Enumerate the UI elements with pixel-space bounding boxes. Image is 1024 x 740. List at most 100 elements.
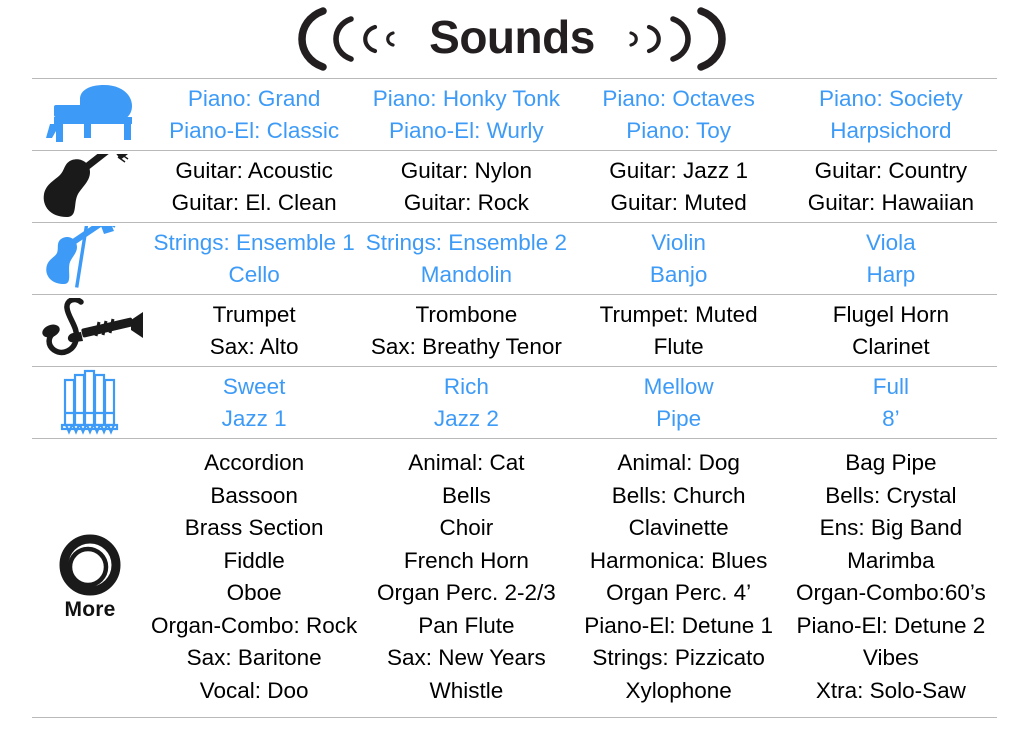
sound-entry[interactable]: Fiddle [150, 545, 358, 578]
sound-entry[interactable]: Bassoon [150, 480, 358, 513]
sound-entry[interactable]: Guitar: Hawaiian [787, 187, 995, 219]
pipe-organ-icon[interactable] [55, 368, 125, 438]
sound-entry[interactable]: Bells [362, 480, 570, 513]
sound-entry[interactable]: Guitar: El. Clean [150, 187, 358, 219]
sound-entry[interactable]: Bag Pipe [787, 447, 995, 480]
sound-wave-right-icon [605, 7, 735, 71]
sound-entry[interactable]: Vibes [787, 642, 995, 675]
sound-entry[interactable]: Organ Perc. 4’ [575, 577, 783, 610]
sound-entry[interactable]: Rich [362, 371, 570, 403]
sound-entry[interactable]: Guitar: Nylon [362, 155, 570, 187]
sound-entry[interactable]: Sax: New Years [362, 642, 570, 675]
sound-entry[interactable]: Marimba [787, 545, 995, 578]
sound-entry[interactable]: Clarinet [787, 331, 995, 363]
sound-entry[interactable]: Trumpet [150, 299, 358, 331]
table-row: Trumpet Sax: Alto Trombone Sax: Breathy Ten… [32, 294, 997, 366]
sound-entry[interactable]: Guitar: Acoustic [150, 155, 358, 187]
sound-column: Guitar: Nylon Guitar: Rock [360, 155, 572, 219]
sound-entry[interactable]: Guitar: Muted [575, 187, 783, 219]
sound-entry[interactable]: Animal: Dog [575, 447, 783, 480]
sound-column: Guitar: Acoustic Guitar: El. Clean [148, 155, 360, 219]
sound-entry[interactable]: Bells: Church [575, 480, 783, 513]
sound-entry[interactable]: Strings: Pizzicato [575, 642, 783, 675]
sound-entry[interactable]: Viola [787, 227, 995, 259]
sound-entry[interactable]: Piano: Toy [575, 115, 783, 147]
sound-column: Rich Jazz 2 [360, 371, 572, 435]
sound-entry[interactable]: Sax: Alto [150, 331, 358, 363]
sound-column: Trumpet: Muted Flute [573, 299, 785, 363]
sound-entry[interactable]: Piano: Honky Tonk [362, 83, 570, 115]
sound-entry[interactable]: Pan Flute [362, 610, 570, 643]
grand-piano-icon [46, 84, 132, 142]
sound-entry[interactable]: Oboe [150, 577, 358, 610]
sound-entry[interactable]: Flute [575, 331, 783, 363]
sound-entry[interactable]: Piano-El: Classic [150, 115, 358, 147]
sound-column: Piano: Octaves Piano: Toy [573, 83, 785, 147]
sound-entry[interactable]: Guitar: Jazz 1 [575, 155, 783, 187]
sound-entry[interactable]: Harmonica: Blues [575, 545, 783, 578]
sound-entry[interactable]: 8’ [787, 403, 995, 435]
sound-entry[interactable]: Xylophone [575, 675, 783, 708]
sound-entry[interactable]: Pipe [575, 403, 783, 435]
sound-column: Mellow Pipe [573, 371, 785, 435]
sound-entry[interactable]: Strings: Ensemble 1 [150, 227, 358, 259]
sound-entry[interactable]: Jazz 2 [362, 403, 570, 435]
sound-column: Animal: Cat Bells Choir French Horn Organ Pe… [360, 447, 572, 707]
sound-entry[interactable]: Violin [575, 227, 783, 259]
sound-entry[interactable]: Trumpet: Muted [575, 299, 783, 331]
sound-entry[interactable]: Sax: Breathy Tenor [362, 331, 570, 363]
sound-entry[interactable]: Trombone [362, 299, 570, 331]
acoustic-guitar-icon[interactable] [38, 153, 142, 220]
sound-entry[interactable]: Cello [150, 259, 358, 291]
sound-entry[interactable]: Xtra: Solo-Saw [787, 675, 995, 708]
sound-entry[interactable]: Mellow [575, 371, 783, 403]
sound-entry[interactable]: Guitar: Rock [362, 187, 570, 219]
table-row: Piano: Grand Piano-El: Classic Piano: Honk… [32, 78, 997, 150]
saxophone-trumpet-icon[interactable] [35, 297, 145, 364]
sound-entry[interactable]: Whistle [362, 675, 570, 708]
sound-entry[interactable]: Piano: Society [787, 83, 995, 115]
more-ring-icon[interactable] [55, 532, 125, 600]
sound-column: Piano: Grand Piano-El: Classic [148, 83, 360, 147]
sound-entry[interactable]: Ens: Big Band [787, 512, 995, 545]
sound-entry[interactable]: Piano: Octaves [575, 83, 783, 115]
sound-entry[interactable]: Piano-El: Detune 2 [787, 610, 995, 643]
sound-entry[interactable]: Harpsichord [787, 115, 995, 147]
violin-icon[interactable] [38, 225, 142, 292]
sound-column: Guitar: Country Guitar: Hawaiian [785, 155, 997, 219]
violin-icon [46, 225, 116, 288]
sound-column: Guitar: Jazz 1 Guitar: Muted [573, 155, 785, 219]
sound-entry[interactable]: Full [787, 371, 995, 403]
sound-column: Animal: Dog Bells: Church Clavinette Harmon… [573, 447, 785, 707]
sound-entry[interactable]: Sax: Baritone [150, 642, 358, 675]
grand-piano-icon[interactable] [40, 83, 140, 147]
sound-entry[interactable]: Animal: Cat [362, 447, 570, 480]
sound-entry[interactable]: Brass Section [150, 512, 358, 545]
sound-entry[interactable]: Guitar: Country [787, 155, 995, 187]
sound-entry[interactable]: Organ-Combo: Rock [150, 610, 358, 643]
sound-entry[interactable]: Sweet [150, 371, 358, 403]
sound-column: Trombone Sax: Breathy Tenor [360, 299, 572, 363]
sound-entry[interactable]: Harp [787, 259, 995, 291]
sound-entry[interactable]: Mandolin [362, 259, 570, 291]
row-columns: Piano: Grand Piano-El: Classic Piano: Honk… [148, 83, 997, 147]
sound-entry[interactable]: Piano: Grand [150, 83, 358, 115]
sound-entry[interactable]: Clavinette [575, 512, 783, 545]
sound-entry[interactable]: Piano-El: Wurly [362, 115, 570, 147]
sound-entry[interactable]: Bells: Crystal [787, 480, 995, 513]
sound-entry[interactable]: Strings: Ensemble 2 [362, 227, 570, 259]
sound-entry[interactable]: French Horn [362, 545, 570, 578]
sound-entry[interactable]: Organ-Combo:60’s [787, 577, 995, 610]
sound-entry[interactable]: Choir [362, 512, 570, 545]
sound-entry[interactable]: Piano-El: Detune 1 [575, 610, 783, 643]
sound-entry[interactable]: Banjo [575, 259, 783, 291]
row-icon-cell [32, 297, 148, 364]
sound-entry[interactable]: Jazz 1 [150, 403, 358, 435]
sound-entry[interactable]: Vocal: Doo [150, 675, 358, 708]
sound-column: Full 8’ [785, 371, 997, 435]
page-title: Sounds [429, 11, 595, 63]
sound-entry[interactable]: Accordion [150, 447, 358, 480]
sound-entry[interactable]: Organ Perc. 2-2/3 [362, 577, 570, 610]
row-columns: Trumpet Sax: Alto Trombone Sax: Breathy Ten… [148, 299, 997, 363]
sound-entry[interactable]: Flugel Horn [787, 299, 995, 331]
